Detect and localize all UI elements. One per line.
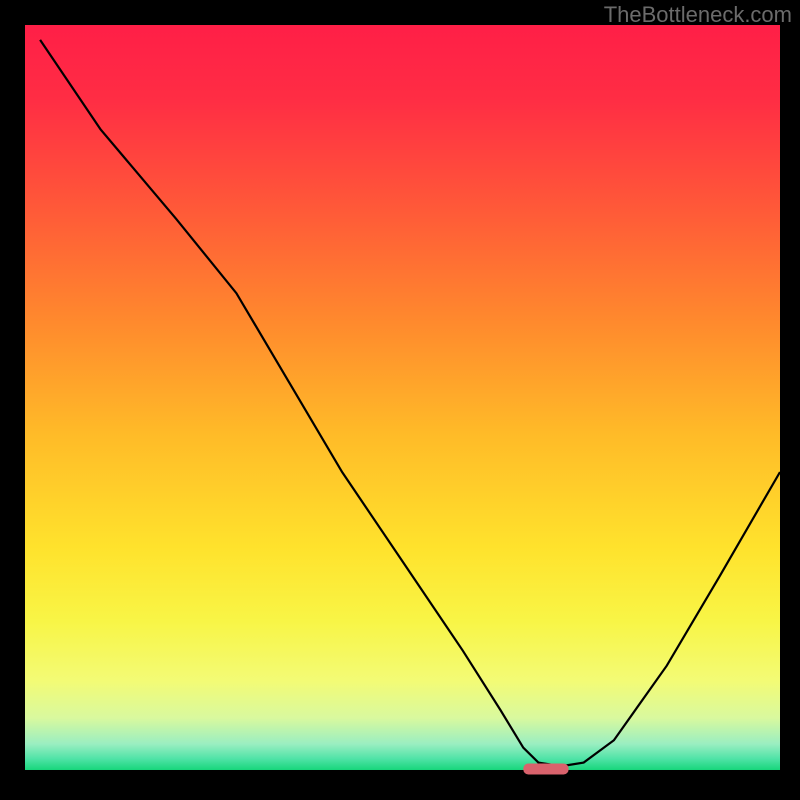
plot-background — [25, 25, 780, 770]
optimal-marker — [523, 764, 568, 775]
bottleneck-chart — [0, 0, 800, 800]
watermark-text: TheBottleneck.com — [604, 2, 792, 28]
chart-container: TheBottleneck.com — [0, 0, 800, 800]
